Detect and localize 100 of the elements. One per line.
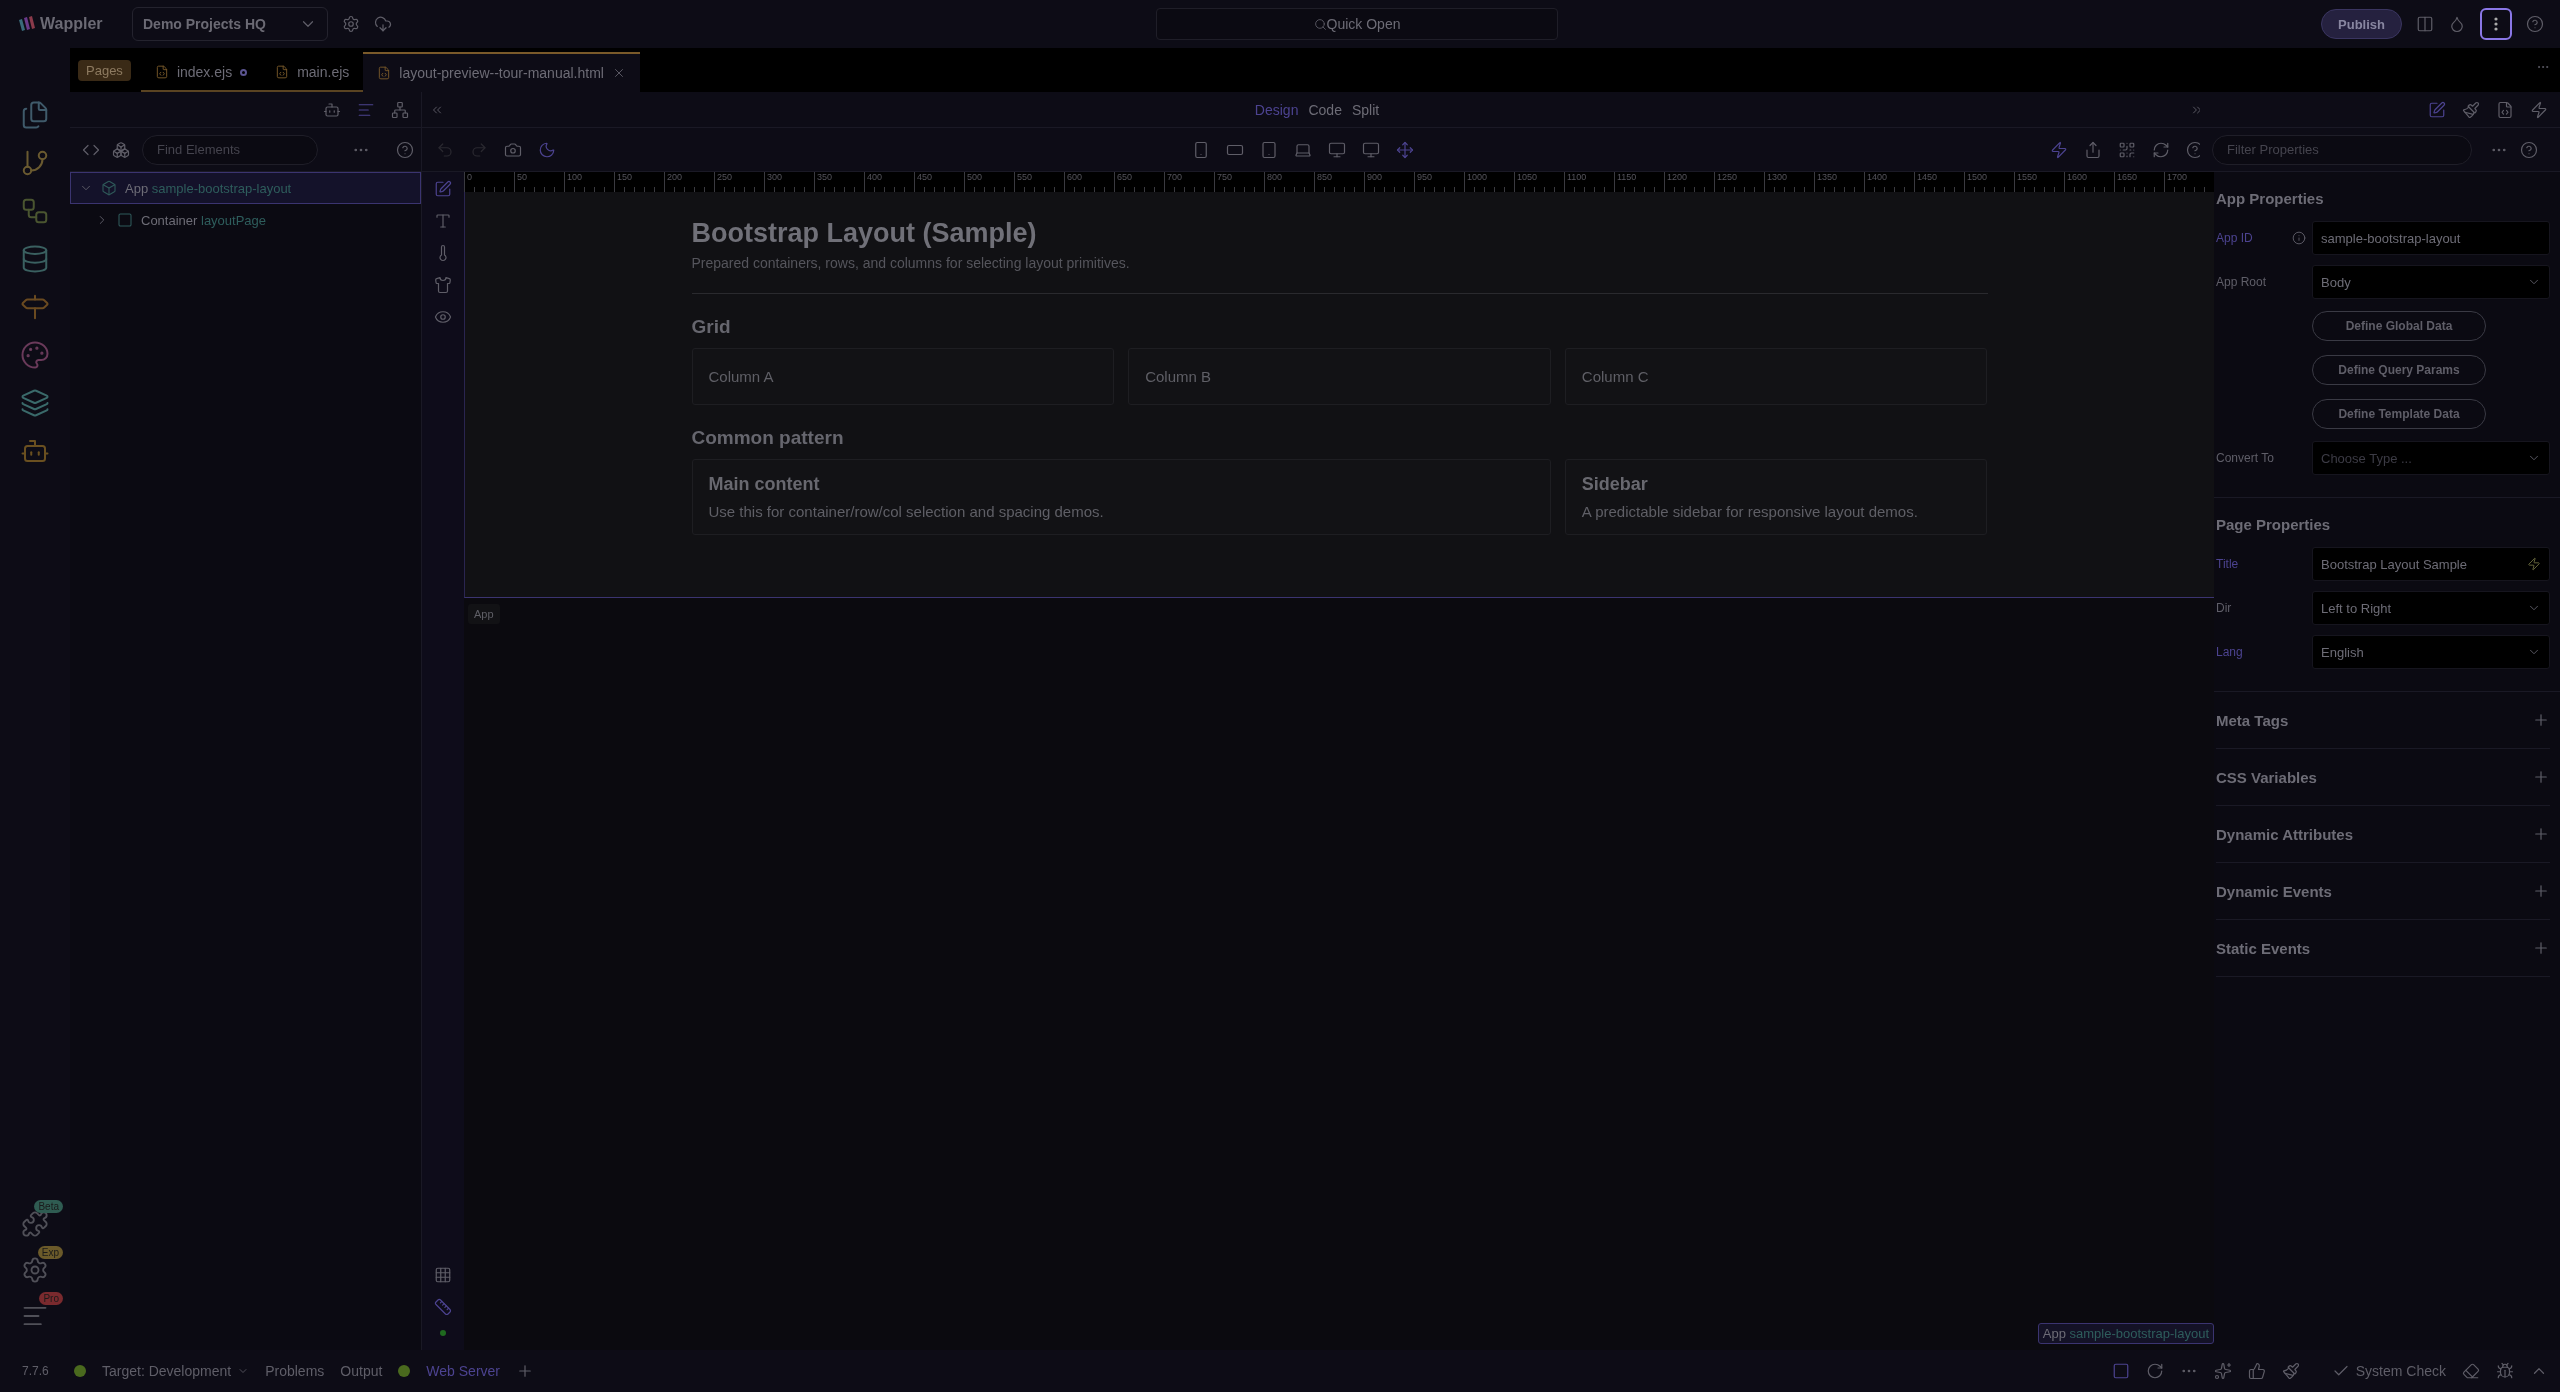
sparkles-icon[interactable]: [2213, 1362, 2232, 1380]
bolt-icon[interactable]: [2530, 100, 2548, 119]
reload-icon[interactable]: [2145, 1362, 2164, 1380]
eraser-icon[interactable]: [2462, 1362, 2480, 1380]
group-title[interactable]: Static Events: [2216, 939, 2311, 957]
group-title[interactable]: Dynamic Events: [2216, 882, 2332, 900]
droplet-icon[interactable]: [2448, 15, 2466, 33]
tree-item[interactable]: App sample-bootstrap-layout: [70, 172, 421, 204]
publish-button[interactable]: Publish: [2321, 9, 2402, 39]
property-label: Title: [2216, 557, 2239, 571]
card-title: Main content: [708, 474, 821, 495]
view-mode-tab[interactable]: Code: [1308, 101, 1342, 118]
help-icon[interactable]: [2520, 140, 2538, 159]
monitor-icon[interactable]: [1328, 140, 1346, 159]
text-field[interactable]: Bootstrap Layout Sample: [2312, 547, 2550, 581]
palette-icon[interactable]: [20, 340, 50, 370]
plus-icon[interactable]: [2532, 882, 2550, 900]
text-icon[interactable]: [434, 212, 452, 230]
card-text: Column A: [708, 368, 775, 385]
plus-icon[interactable]: [2532, 768, 2550, 786]
selection-tag: App: [468, 604, 500, 624]
select-field[interactable]: English: [2312, 635, 2550, 669]
qr-code-icon[interactable]: [2118, 140, 2136, 159]
section-heading: App Properties: [2216, 190, 2325, 207]
move-icon[interactable]: [1396, 140, 1414, 159]
property-label: Lang: [2216, 645, 2243, 659]
select-field[interactable]: Body: [2312, 265, 2550, 299]
pages-badge[interactable]: Pages: [78, 59, 131, 81]
brush-icon[interactable]: [2462, 100, 2480, 119]
puzzle-icon[interactable]: [21, 1210, 49, 1238]
plus-icon[interactable]: [2532, 825, 2550, 843]
files-icon[interactable]: [20, 100, 50, 130]
edit-icon[interactable]: [2428, 100, 2446, 119]
view-mode-tab[interactable]: Split: [1351, 101, 1380, 118]
more-button[interactable]: [2480, 8, 2512, 40]
element-breadcrumb[interactable]: App sample-bootstrap-layout: [2037, 1323, 2214, 1344]
text-field[interactable]: sample-bootstrap-layout: [2312, 221, 2550, 255]
html-file-icon: [275, 65, 290, 79]
filter-properties-field[interactable]: Filter Properties: [2212, 134, 2472, 165]
robot-icon[interactable]: [323, 100, 341, 119]
edit-icon[interactable]: [434, 180, 452, 198]
status-item[interactable]: Problems: [265, 1363, 325, 1379]
group-title[interactable]: Dynamic Attributes: [2216, 825, 2353, 843]
file-tab[interactable]: layout-preview--tour-manual.html: [363, 52, 640, 92]
tablet-icon[interactable]: [1260, 140, 1278, 159]
plus-icon[interactable]: [2532, 711, 2550, 729]
refresh-icon[interactable]: [2152, 140, 2170, 159]
group-title[interactable]: Meta Tags: [2216, 711, 2289, 729]
version-label: 7.7.6: [22, 1364, 50, 1378]
css-icon[interactable]: [2496, 100, 2514, 119]
git-branch-icon[interactable]: [20, 148, 50, 178]
sitemap-icon[interactable]: [391, 100, 409, 119]
view-mode-tab[interactable]: Design: [1254, 101, 1299, 118]
select-field[interactable]: Choose Type ...: [2312, 441, 2550, 475]
help-icon[interactable]: [2526, 15, 2544, 33]
project-dropdown[interactable]: Demo Projects HQ: [132, 7, 328, 41]
help-icon[interactable]: [396, 140, 414, 159]
layers-icon[interactable]: [20, 388, 50, 418]
web-server-link[interactable]: Web Server: [426, 1363, 501, 1379]
bolt-icon[interactable]: [2527, 557, 2541, 571]
property-label: Convert To: [2216, 451, 2274, 465]
plugin-badge: Pro: [39, 1292, 63, 1305]
card-title: Sidebar: [1581, 474, 1649, 495]
shirt-icon[interactable]: [434, 276, 452, 294]
bug-icon[interactable]: [2496, 1362, 2514, 1380]
card-text: Column B: [1145, 368, 1212, 385]
square-icon: [117, 212, 133, 228]
wide-monitor-icon[interactable]: [1362, 140, 1380, 159]
brush-icon[interactable]: [2281, 1362, 2300, 1380]
workflow-icon[interactable]: [20, 196, 50, 226]
status-item[interactable]: Output: [340, 1363, 383, 1379]
settings-icon[interactable]: [342, 15, 360, 33]
plus-icon[interactable]: [2532, 939, 2550, 957]
section-heading: Page Properties: [2216, 516, 2332, 533]
database-icon[interactable]: [20, 244, 50, 274]
system-check-button[interactable]: System Check: [2331, 1362, 2446, 1380]
thumbs-up-icon[interactable]: [2247, 1362, 2266, 1380]
camera-icon[interactable]: [504, 140, 522, 159]
split-view-icon[interactable]: [2416, 15, 2434, 33]
group-title[interactable]: CSS Variables: [2216, 768, 2317, 786]
phone-icon[interactable]: [1192, 140, 1210, 159]
ruler-icon[interactable]: [434, 1298, 452, 1316]
boxes-icon[interactable]: [112, 140, 130, 159]
eye-icon[interactable]: [434, 308, 452, 326]
target-dropdown[interactable]: Target: Development: [102, 1363, 250, 1379]
tree-item[interactable]: Container layoutPage: [70, 204, 421, 236]
cloud-download-icon[interactable]: [374, 15, 392, 33]
share-icon[interactable]: [2084, 140, 2102, 159]
gear-icon[interactable]: [21, 1256, 49, 1284]
moon-icon[interactable]: [538, 140, 556, 159]
square-icon[interactable]: [2111, 1362, 2130, 1380]
grid-icon[interactable]: [434, 1266, 452, 1284]
quick-open-field[interactable]: Quick Open: [1155, 8, 1558, 40]
app-logo: Wappler: [18, 15, 118, 33]
find-elements-field[interactable]: Find Elements: [142, 134, 318, 165]
select-field[interactable]: Left to Right: [2312, 591, 2550, 625]
section-heading: Grid: [691, 316, 732, 338]
signpost-icon[interactable]: [20, 292, 50, 322]
bolt-icon[interactable]: [2050, 140, 2068, 159]
card-text: A predictable sidebar for responsive layout demos.: [1581, 503, 1919, 520]
